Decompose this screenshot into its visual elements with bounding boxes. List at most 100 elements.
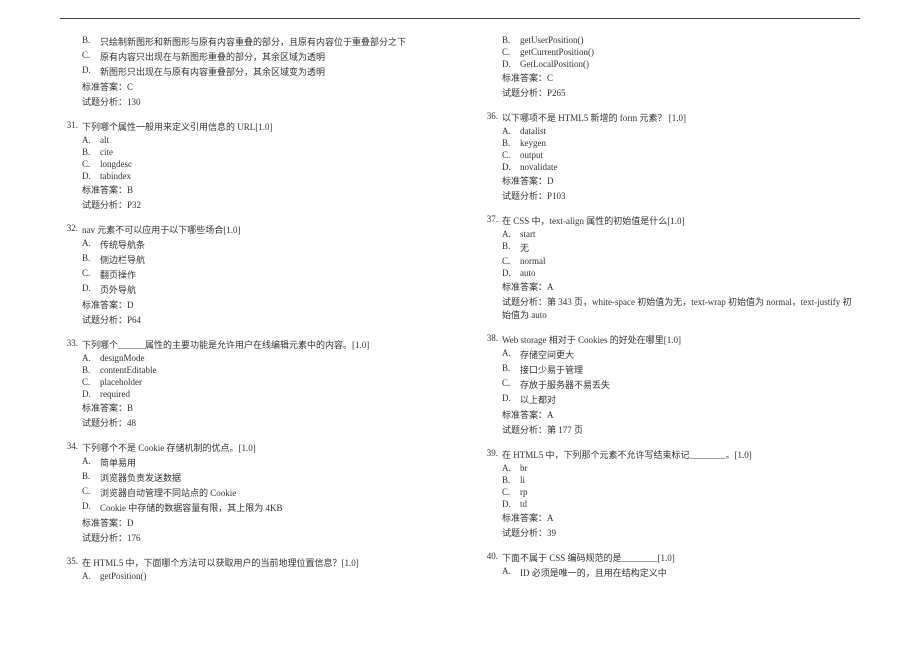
- answer-prefix: 标准答案：: [82, 82, 127, 92]
- question-text: nav 元素不可以应用于以下哪些场合[1.0]: [82, 223, 440, 236]
- option-label: D.: [502, 59, 520, 69]
- analysis-value: P64: [127, 315, 141, 325]
- option-text: 无: [520, 241, 529, 254]
- option: D.Cookie 中存储的数据容量有限，其上限为 4KB: [60, 501, 440, 514]
- answer-value: C: [547, 73, 553, 83]
- question-text: 下列哪个属性一般用来定义引用信息的 URL[1.0]: [82, 120, 440, 133]
- answer-prefix: 标准答案：: [502, 282, 547, 292]
- option-label: A.: [502, 348, 520, 361]
- option-label: C.: [82, 377, 100, 387]
- question: 39.在 HTML5 中，下列那个元素不允许写结束标记________。[1.0…: [480, 448, 860, 539]
- option-text: keygen: [520, 138, 546, 148]
- option-label: C.: [82, 50, 100, 63]
- option-text: 浏览器负责发送数据: [100, 471, 181, 484]
- analysis-value: 第 343 页，white-space 初始值为无，text-wrap 初始值为…: [502, 297, 851, 320]
- question-title: 33.下列哪个______属性的主要功能是允许用户在线编辑元素中的内容。[1.0…: [60, 338, 440, 351]
- question-title: 39.在 HTML5 中，下列那个元素不允许写结束标记________。[1.0…: [480, 448, 860, 461]
- analysis-line: 试题分析：P32: [60, 198, 440, 211]
- column-right: B.getUserPosition()C.getCurrentPosition(…: [480, 35, 860, 593]
- analysis-prefix: 试题分析：: [502, 191, 547, 201]
- option-label: B.: [502, 475, 520, 485]
- option-label: D.: [82, 283, 100, 296]
- option: A.ID 必须是唯一的，且用在结构定义中: [480, 566, 860, 579]
- option-text: novalidate: [520, 162, 558, 172]
- option-label: D.: [502, 268, 520, 278]
- option-label: B.: [82, 253, 100, 266]
- option: C.normal: [480, 256, 860, 266]
- question: 36.以下哪项不是 HTML5 新增的 form 元素？ [1.0]A.data…: [480, 111, 860, 202]
- analysis-line: 试题分析：P265: [480, 86, 860, 99]
- analysis-prefix: 试题分析：: [82, 418, 127, 428]
- option: B.接口少易于管理: [480, 363, 860, 376]
- option-label: C.: [502, 47, 520, 57]
- question-text: Web storage 相对于 Cookies 的好处在哪里[1.0]: [502, 333, 860, 346]
- option: D.td: [480, 499, 860, 509]
- option-text: li: [520, 475, 525, 485]
- question: 31.下列哪个属性一般用来定义引用信息的 URL[1.0]A.altB.cite…: [60, 120, 440, 211]
- answer-value: B: [127, 185, 133, 195]
- option-label: B.: [502, 138, 520, 148]
- question: 34.下列哪个不是 Cookie 存储机制的优点。[1.0] A.简单易用 B.浏览…: [60, 441, 440, 544]
- analysis-value: 39: [547, 528, 556, 538]
- option-label: B.: [502, 241, 520, 254]
- option: B.contentEditable: [60, 365, 440, 375]
- answer-prefix: 标准答案：: [82, 300, 127, 310]
- option: B.li: [480, 475, 860, 485]
- option-label: D.: [82, 171, 100, 181]
- option: A.简单易用: [60, 456, 440, 469]
- option: D.auto: [480, 268, 860, 278]
- option-label: D.: [82, 389, 100, 399]
- option-text: 侧边栏导航: [100, 253, 145, 266]
- option-text: designMode: [100, 353, 145, 363]
- option-label: B.: [82, 35, 100, 48]
- question-number: 32.: [60, 223, 82, 236]
- answer-prefix: 标准答案：: [82, 518, 127, 528]
- option-text: 只绘制新图形和新图形与原有内容重叠的部分，且原有内容位于重叠部分之下: [100, 35, 406, 48]
- option: C.浏览器自动管理不同站点的 Cookie: [60, 486, 440, 499]
- question-number: 33.: [60, 338, 82, 351]
- answer-line: 标准答案：D: [480, 174, 860, 187]
- question-title: 34.下列哪个不是 Cookie 存储机制的优点。[1.0]: [60, 441, 440, 454]
- option: A.alt: [60, 135, 440, 145]
- option-text: start: [520, 229, 536, 239]
- question-text: 在 CSS 中，text-align 属性的初始值是什么[1.0]: [502, 214, 860, 227]
- option-text: 简单易用: [100, 456, 136, 469]
- question-number: 31.: [60, 120, 82, 133]
- option-text: getCurrentPosition(): [520, 47, 594, 57]
- answer-line: 标准答案：D: [60, 516, 440, 529]
- answer-line: 标准答案：D: [60, 298, 440, 311]
- answer-value: A: [547, 513, 554, 523]
- analysis-value: 176: [127, 533, 141, 543]
- option: C.output: [480, 150, 860, 160]
- option-text: datalist: [520, 126, 546, 136]
- option-label: D.: [502, 162, 520, 172]
- analysis-prefix: 试题分析：: [82, 97, 127, 107]
- answer-line: 标准答案：C: [480, 71, 860, 84]
- option: D.页外导航: [60, 283, 440, 296]
- option-text: required: [100, 389, 130, 399]
- option-label: A.: [82, 238, 100, 251]
- analysis-line: 试题分析：176: [60, 531, 440, 544]
- option: C.存放于服务器不易丢失: [480, 378, 860, 391]
- option-label: A.: [82, 456, 100, 469]
- analysis-prefix: 试题分析：: [82, 200, 127, 210]
- answer-line: 标准答案：A: [480, 280, 860, 293]
- question-title: 38.Web storage 相对于 Cookies 的好处在哪里[1.0]: [480, 333, 860, 346]
- option-label: D.: [502, 393, 520, 406]
- question: 32.nav 元素不可以应用于以下哪些场合[1.0]A.传统导航条B.侧边栏导航…: [60, 223, 440, 326]
- analysis-value: P265: [547, 88, 566, 98]
- option-label: C.: [502, 487, 520, 497]
- option: C.placeholder: [60, 377, 440, 387]
- question-text: 下列哪个不是 Cookie 存储机制的优点。[1.0]: [82, 441, 440, 454]
- question-title: 37.在 CSS 中，text-align 属性的初始值是什么[1.0]: [480, 214, 860, 227]
- answer-value: D: [127, 518, 134, 528]
- analysis-line: 试题分析：P103: [480, 189, 860, 202]
- question: 37.在 CSS 中，text-align 属性的初始值是什么[1.0]A.st…: [480, 214, 860, 321]
- option-label: B.: [502, 363, 520, 376]
- option: A.存储空间更大: [480, 348, 860, 361]
- answer-value: A: [547, 410, 554, 420]
- option-text: 接口少易于管理: [520, 363, 583, 376]
- question-number: 39.: [480, 448, 502, 461]
- option: B.浏览器负责发送数据: [60, 471, 440, 484]
- option-text: Cookie 中存储的数据容量有限，其上限为 4KB: [100, 501, 283, 514]
